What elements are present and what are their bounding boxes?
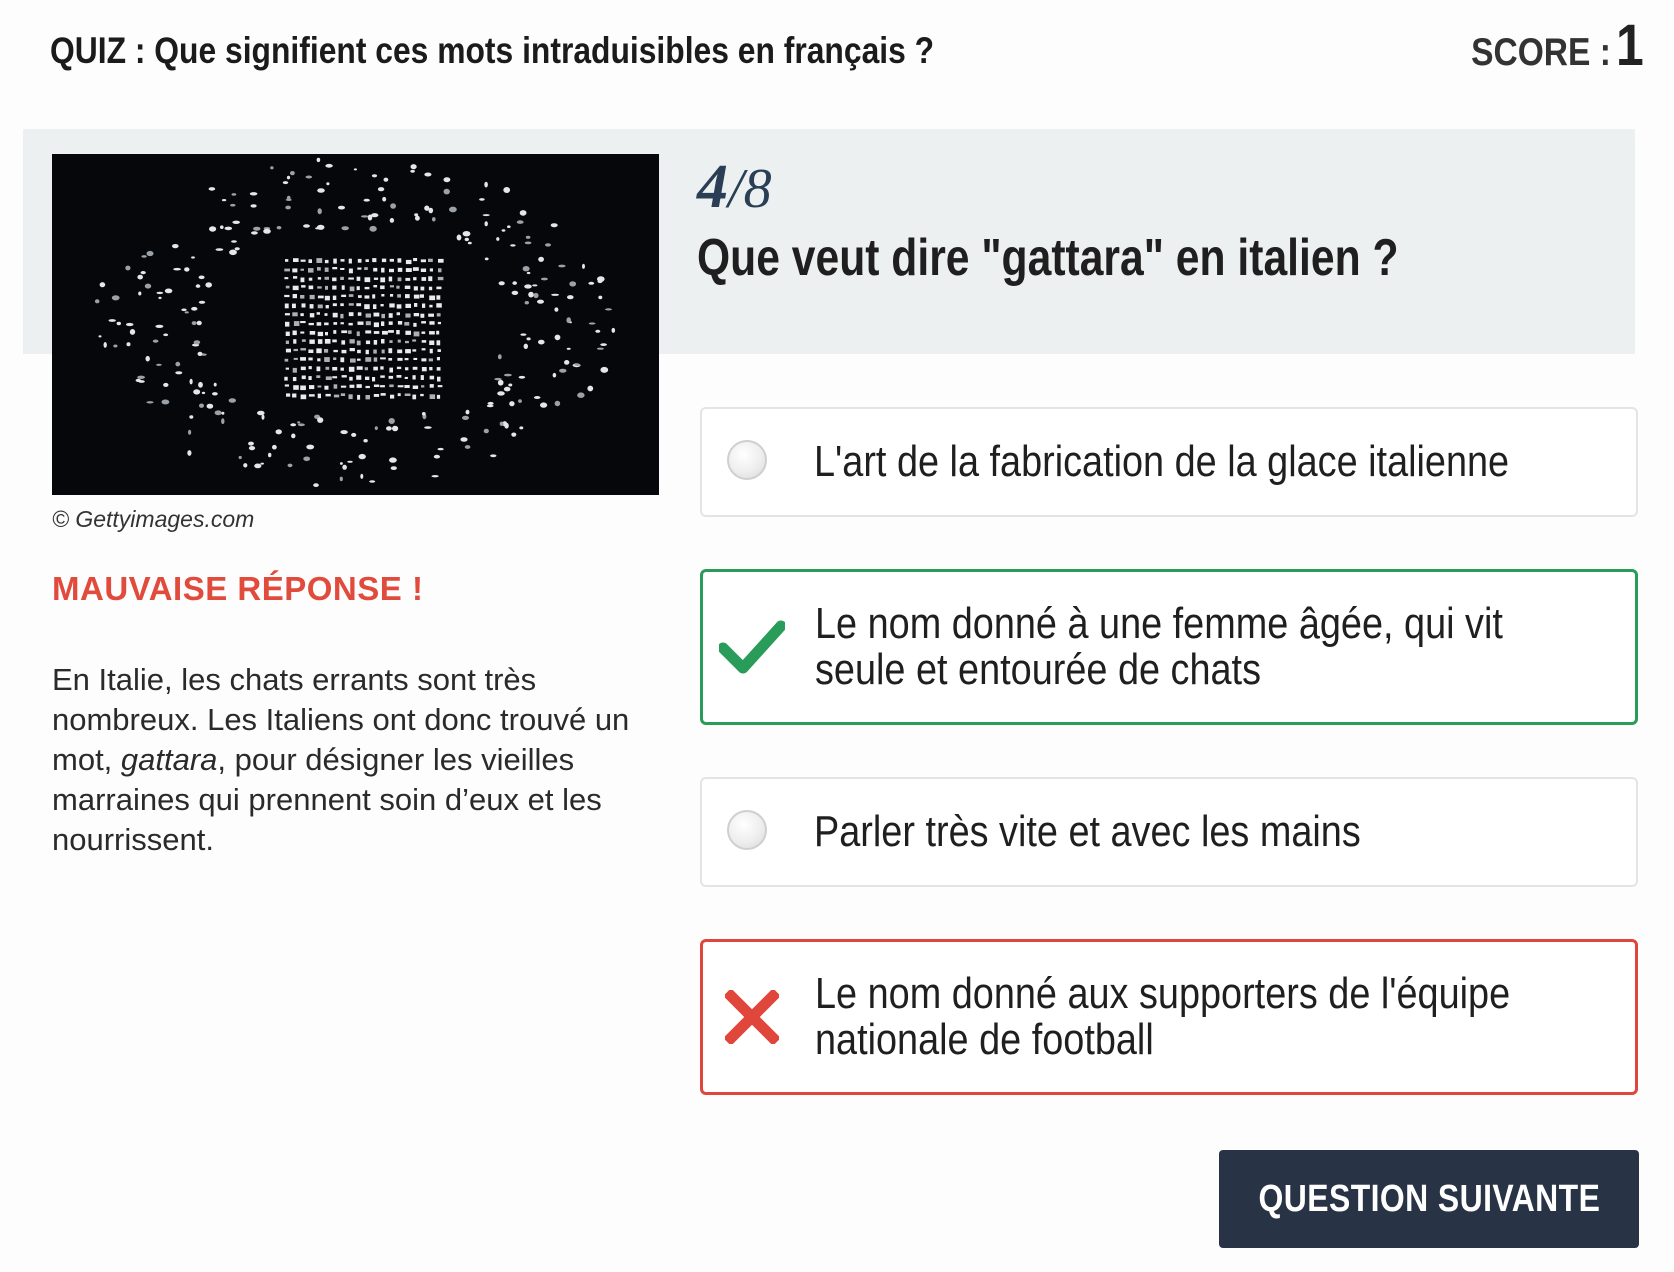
next-question-label: QUESTION SUIVANTE [1258, 1177, 1600, 1220]
cats-photo [94, 157, 616, 487]
answer-option-4[interactable]: Le nom donné aux supporters de l'équipe n… [700, 939, 1638, 1095]
answer-label-line: Le nom donné aux supporters de l'équipe [815, 969, 1511, 1018]
answer-option-3[interactable]: Parler très vite et avec les mains [700, 777, 1638, 887]
question-text: Que veut dire "gattara" en italien ? [697, 229, 1399, 287]
next-question-button[interactable]: QUESTION SUIVANTE [1219, 1150, 1639, 1248]
explanation-text: En Italie, les chats errants sont très n… [52, 660, 664, 860]
score-display: SCORE :1 [1471, 12, 1644, 79]
quiz-title: QUIZ : Que signifient ces mots intraduis… [50, 30, 935, 71]
answer-label-line: Parler très vite et avec les mains [814, 807, 1361, 856]
progress-total: 8 [743, 158, 772, 220]
explanation-term: gattara [120, 742, 218, 777]
image-credit: © Gettyimages.com [52, 506, 255, 532]
radio-icon [726, 809, 772, 855]
question-image [52, 154, 659, 495]
cross-icon [723, 988, 781, 1046]
verdict-text: MAUVAISE RÉPONSE ! [52, 570, 424, 607]
score-value: 1 [1616, 13, 1644, 78]
answer-option-1[interactable]: L'art de la fabrication de la glace ital… [700, 407, 1638, 517]
radio-icon [726, 439, 772, 485]
progress-current: 4 [697, 153, 728, 221]
answer-label: Le nom donné à une femme âgée, qui vit se… [815, 601, 1615, 693]
answer-label: L'art de la fabrication de la glace ital… [814, 439, 1616, 485]
answer-label-line: seule et entourée de chats [815, 645, 1261, 694]
answer-label: Parler très vite et avec les mains [814, 809, 1616, 855]
check-icon [717, 620, 787, 674]
answer-option-2[interactable]: Le nom donné à une femme âgée, qui vit se… [700, 569, 1638, 725]
answer-label-line: Le nom donné à une femme âgée, qui vit [815, 599, 1503, 648]
score-label: SCORE : [1471, 31, 1612, 74]
question-progress: 4/8 [697, 152, 772, 223]
answer-label-line: nationale de football [815, 1015, 1154, 1064]
progress-separator: / [728, 158, 744, 220]
answer-label-line: L'art de la fabrication de la glace ital… [814, 437, 1510, 486]
answer-label: Le nom donné aux supporters de l'équipe n… [815, 971, 1615, 1063]
